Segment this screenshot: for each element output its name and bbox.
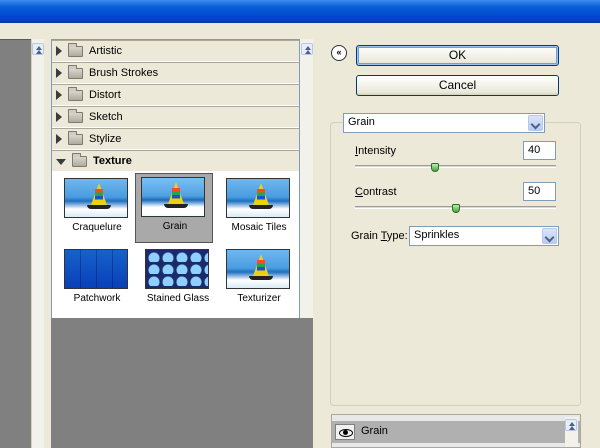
category-artistic[interactable]: Artistic <box>52 40 299 62</box>
patchwork-preview-image <box>64 249 128 289</box>
contrast-input[interactable]: 50 <box>523 182 556 201</box>
category-sketch[interactable]: Sketch <box>52 106 299 128</box>
category-label: Stylize <box>89 133 122 145</box>
filter-thumb-texturizer[interactable]: Texturizer <box>220 245 298 315</box>
contrast-slider[interactable] <box>355 204 556 216</box>
filter-thumb-label: Grain <box>162 221 188 232</box>
effect-layer-row[interactable]: Grain <box>332 421 580 443</box>
preview-canvas[interactable] <box>0 39 31 448</box>
effect-layers-panel: Grain <box>331 414 581 448</box>
expand-arrow-icon[interactable] <box>56 112 62 122</box>
filter-thumb-stained-glass[interactable]: Stained Glass <box>139 245 217 315</box>
filter-thumb-grain[interactable]: Grain <box>135 173 213 243</box>
filter-select-value: Grain <box>348 116 375 128</box>
grain-type-value: Sprinkles <box>414 229 460 241</box>
texturizer-preview-image <box>226 249 290 289</box>
category-label: Artistic <box>89 45 122 57</box>
intensity-label: Intensity <box>355 145 396 157</box>
grain-type-label: Grain Type: <box>351 230 408 242</box>
chevron-down-icon[interactable] <box>528 115 543 131</box>
slider-thumb[interactable] <box>451 204 460 213</box>
slider-track <box>355 165 556 168</box>
folder-icon <box>68 42 83 57</box>
folder-open-icon <box>72 152 87 167</box>
category-distort[interactable]: Distort <box>52 84 299 106</box>
filter-thumb-label: Patchwork <box>73 293 121 304</box>
stained-glass-preview-image <box>145 249 209 289</box>
contrast-label: Contrast <box>355 186 397 198</box>
filter-thumb-label: Stained Glass <box>146 293 210 304</box>
scroll-up-icon[interactable] <box>32 43 44 55</box>
category-stylize[interactable]: Stylize <box>52 128 299 150</box>
expand-arrow-icon[interactable] <box>56 134 62 144</box>
folder-icon <box>68 130 83 145</box>
effect-layer-name: Grain <box>361 425 388 437</box>
category-texture[interactable]: Texture <box>52 150 299 172</box>
collapse-gallery-button[interactable]: « <box>331 45 347 61</box>
folder-icon <box>68 64 83 79</box>
scroll-up-icon[interactable] <box>301 43 313 55</box>
filter-thumb-label: Craquelure <box>72 222 122 233</box>
collapse-arrow-icon[interactable] <box>56 159 66 165</box>
texture-thumbnails: Craquelure Grain Mosaic Tiles Patchwork … <box>52 172 299 319</box>
gallery-scrollbar[interactable] <box>300 39 313 318</box>
filter-thumb-patchwork[interactable]: Patchwork <box>58 245 136 315</box>
preview-scrollbar[interactable] <box>31 39 44 448</box>
grain-preview-image <box>141 177 205 217</box>
scroll-up-icon[interactable] <box>565 419 577 431</box>
filter-gallery: Artistic Brush Strokes Distort Sketch St… <box>51 39 300 319</box>
folder-icon <box>68 86 83 101</box>
expand-arrow-icon[interactable] <box>56 90 62 100</box>
mosaic-tiles-preview-image <box>226 178 290 218</box>
window-titlebar <box>0 0 600 23</box>
category-label: Sketch <box>89 111 123 123</box>
cancel-button[interactable]: Cancel <box>356 75 559 96</box>
category-label: Distort <box>89 89 121 101</box>
craquelure-preview-image <box>64 178 128 218</box>
layers-scrollbar[interactable] <box>565 417 578 447</box>
expand-arrow-icon[interactable] <box>56 46 62 56</box>
eye-icon[interactable] <box>335 424 355 440</box>
category-brush-strokes[interactable]: Brush Strokes <box>52 62 299 84</box>
filter-thumb-craquelure[interactable]: Craquelure <box>58 174 136 244</box>
slider-thumb[interactable] <box>431 163 440 172</box>
category-label: Texture <box>93 155 132 167</box>
folder-icon <box>68 108 83 123</box>
expand-arrow-icon[interactable] <box>56 68 62 78</box>
filter-select[interactable]: Grain <box>343 113 545 133</box>
intensity-input[interactable]: 40 <box>523 141 556 160</box>
filter-thumb-mosaic-tiles[interactable]: Mosaic Tiles <box>220 174 298 244</box>
filter-thumb-label: Texturizer <box>237 293 281 304</box>
intensity-slider[interactable] <box>355 163 556 175</box>
category-label: Brush Strokes <box>89 67 159 79</box>
ok-button[interactable]: OK <box>356 45 559 66</box>
filter-thumb-label: Mosaic Tiles <box>231 222 287 233</box>
gallery-empty-area <box>51 318 313 448</box>
grain-type-select[interactable]: Sprinkles <box>409 226 559 246</box>
chevron-down-icon[interactable] <box>542 228 557 244</box>
